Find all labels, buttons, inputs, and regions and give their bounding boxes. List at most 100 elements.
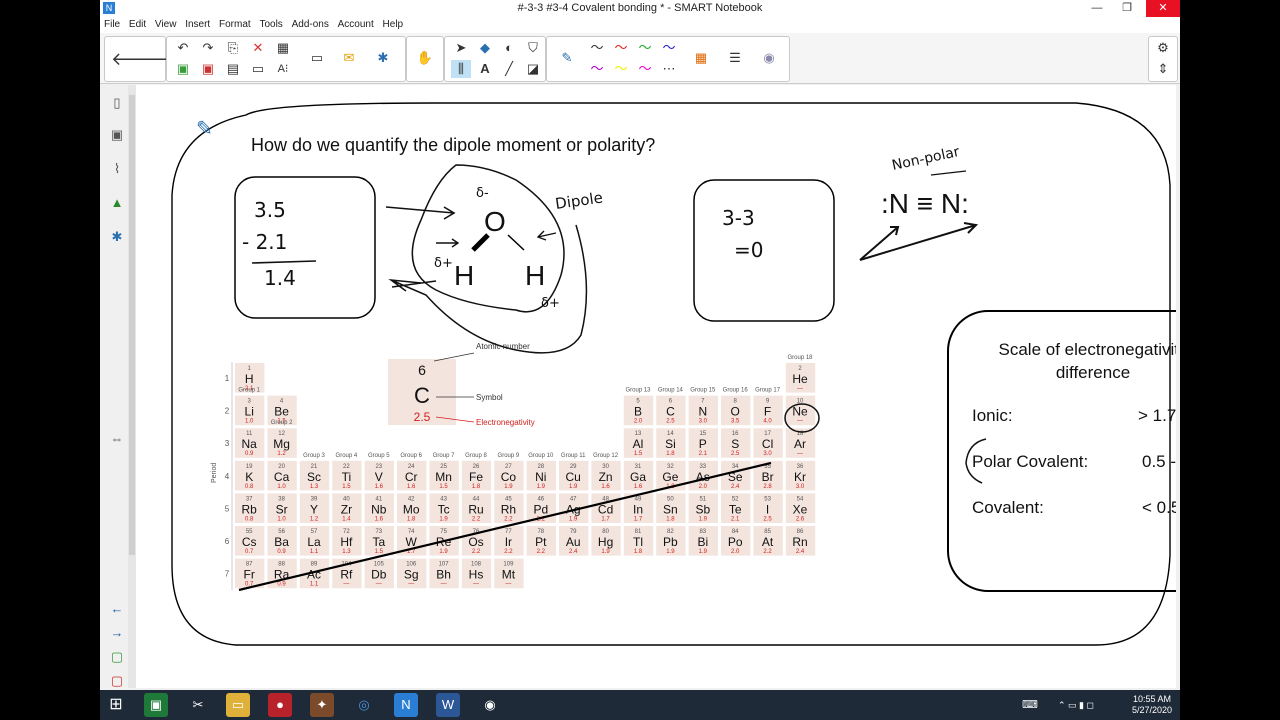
element-symbol-fe: Fe <box>469 470 483 484</box>
undo-icon[interactable]: ↶ <box>173 39 193 57</box>
element-en-al: 1.5 <box>634 451 643 457</box>
element-symbol-po: Po <box>728 535 743 549</box>
start-button[interactable]: ⊞ <box>104 693 128 717</box>
element-symbol-o: O <box>731 405 740 419</box>
element-en-os: 2.2 <box>472 549 481 555</box>
notebook-canvas[interactable]: ✎ How do we quantify the dipole moment o… <box>136 85 1180 688</box>
vertical-scrollbar[interactable] <box>128 85 136 688</box>
table-icon[interactable]: ▦ <box>273 39 293 57</box>
menu-help[interactable]: Help <box>383 17 404 33</box>
menu-insert[interactable]: Insert <box>185 17 210 33</box>
arrow-h1 <box>436 238 460 248</box>
keyboard-icon[interactable]: ⌨ <box>1020 695 1040 715</box>
taskbar-file-explorer[interactable]: ▭ <box>226 693 250 717</box>
gallery-icon[interactable]: ▣ <box>106 124 128 146</box>
screen-shade-icon[interactable]: ▭ <box>248 60 268 78</box>
scrollbar-thumb[interactable] <box>129 95 135 555</box>
pen-red-icon[interactable]: 〜 <box>611 39 631 57</box>
addons-icon[interactable]: ✱ <box>373 49 393 67</box>
taskbar-photos[interactable]: ✦ <box>310 693 334 717</box>
select-icon[interactable]: ➤ <box>451 39 471 57</box>
addons-tab-icon[interactable]: ✱ <box>106 226 128 248</box>
element-symbol-b: B <box>634 405 642 419</box>
delete-page-icon[interactable]: ▣ <box>198 60 218 78</box>
eraser-icon[interactable]: ◪ <box>523 60 543 78</box>
resize-sidebar-icon[interactable]: ⇔ <box>106 428 128 450</box>
minimize-button[interactable]: — <box>1084 0 1110 17</box>
text-icon[interactable]: A <box>475 60 495 78</box>
element-symbol-ti: Ti <box>342 470 352 484</box>
scale-covalent-label: Covalent: <box>972 498 1044 517</box>
previous-page-button[interactable]: 🡐 <box>111 50 159 68</box>
lines-icon[interactable]: ⫼ <box>451 60 471 78</box>
pen-purple-icon[interactable]: 〜 <box>587 60 607 78</box>
attachments-icon[interactable]: ⌇ <box>106 158 128 180</box>
pen-magenta-icon[interactable]: 〜 <box>635 60 655 78</box>
title-bar: N #-3-3 #3-4 Covalent bonding * - SMART … <box>100 0 1180 17</box>
pen-black-icon[interactable]: 〜 <box>587 39 607 57</box>
pen-green-icon[interactable]: 〜 <box>635 39 655 57</box>
system-tray-icons[interactable]: ⌃ ▭ ▮ ◻ <box>1046 695 1106 715</box>
taskbar-snipping-tool[interactable]: ✂ <box>186 693 210 717</box>
element-en-ar: — <box>797 451 803 457</box>
menu-edit[interactable]: Edit <box>129 17 146 33</box>
taskbar-app-green[interactable]: ▣ <box>144 693 168 717</box>
magic-icon[interactable]: ◐ <box>499 39 519 57</box>
clock[interactable]: 10:55 AM 5/27/2020 <box>1132 694 1172 716</box>
sidebar-next-icon[interactable]: → <box>106 622 128 644</box>
pen-yellow-icon[interactable]: 〜 <box>611 60 631 78</box>
line-style-icon[interactable]: ☰ <box>725 49 745 67</box>
page-sorter-icon[interactable]: ▯ <box>106 92 128 114</box>
delete-icon[interactable]: ✕ <box>248 39 268 57</box>
toolbar-move-icon[interactable]: ⇕ <box>1153 60 1173 78</box>
properties-icon[interactable]: ◉ <box>759 49 779 67</box>
period-number-7: 7 <box>225 570 230 579</box>
calc-box-2 <box>693 179 835 322</box>
tools-group: ➤ ◆ ◐ ⛉ ⫼ A ╱ ◪ <box>444 36 546 82</box>
properties-tab-icon[interactable]: ▲ <box>106 192 128 214</box>
color-palette-icon[interactable]: ▦ <box>691 49 711 67</box>
taskbar-obs[interactable]: ◉ <box>478 693 502 717</box>
taskbar-chrome[interactable]: ◎ <box>352 693 376 717</box>
menu-format[interactable]: Format <box>219 17 251 33</box>
hand-icon[interactable]: ✋ <box>415 49 435 67</box>
taskbar-word[interactable]: W <box>436 693 460 717</box>
menu-add-ons[interactable]: Add-ons <box>292 17 329 33</box>
taskbar-recorder[interactable]: ● <box>268 693 292 717</box>
next-page-button[interactable]: 🡒 <box>141 50 189 68</box>
menu-file[interactable]: File <box>104 17 120 33</box>
element-symbol-sn: Sn <box>663 502 678 516</box>
display-icon[interactable]: ▭ <box>307 49 327 67</box>
open-icon[interactable]: ⎘ <box>223 39 243 57</box>
arrow-h2 <box>536 230 557 241</box>
redo-icon[interactable]: ↷ <box>198 39 218 57</box>
add-page-icon[interactable]: ▣ <box>173 60 193 78</box>
close-button[interactable]: ✕ <box>1146 0 1180 17</box>
key-label-en: Electronegativity <box>476 418 535 427</box>
sidebar-add-page-icon[interactable]: ▢ <box>106 646 128 668</box>
element-en-db: — <box>376 582 382 588</box>
sidebar-prev-icon[interactable]: ← <box>106 598 128 620</box>
element-en-sg: — <box>408 582 414 588</box>
gear-icon[interactable]: ⚙ <box>1153 39 1173 57</box>
shapes-icon[interactable]: ◆ <box>475 39 495 57</box>
element-en-rn: 2.4 <box>796 549 805 555</box>
line-icon[interactable]: ╱ <box>499 60 519 78</box>
element-en-ga: 1.6 <box>634 484 643 490</box>
fill-icon[interactable]: ⛉ <box>523 39 543 57</box>
save-icon[interactable]: ▤ <box>223 60 243 78</box>
menu-tools[interactable]: Tools <box>259 17 282 33</box>
restore-button[interactable]: ❐ <box>1114 0 1140 17</box>
taskbar-smart-notebook[interactable]: N <box>394 693 418 717</box>
pen-dashed-icon[interactable]: ⋯ <box>659 60 679 78</box>
sidebar-delete-page-icon[interactable]: ▢ <box>106 670 128 692</box>
element-symbol-sb: Sb <box>695 502 710 516</box>
dipole-arrow-curve <box>388 224 588 354</box>
response-icon[interactable]: ✉ <box>339 49 359 67</box>
menu-account[interactable]: Account <box>338 17 374 33</box>
pen-icon[interactable]: ✎ <box>557 49 577 67</box>
text-format-icon[interactable]: A⁝ <box>273 60 293 78</box>
pen-blue-icon[interactable]: 〜 <box>659 39 679 57</box>
element-en-ne: — <box>797 419 803 425</box>
menu-view[interactable]: View <box>155 17 177 33</box>
